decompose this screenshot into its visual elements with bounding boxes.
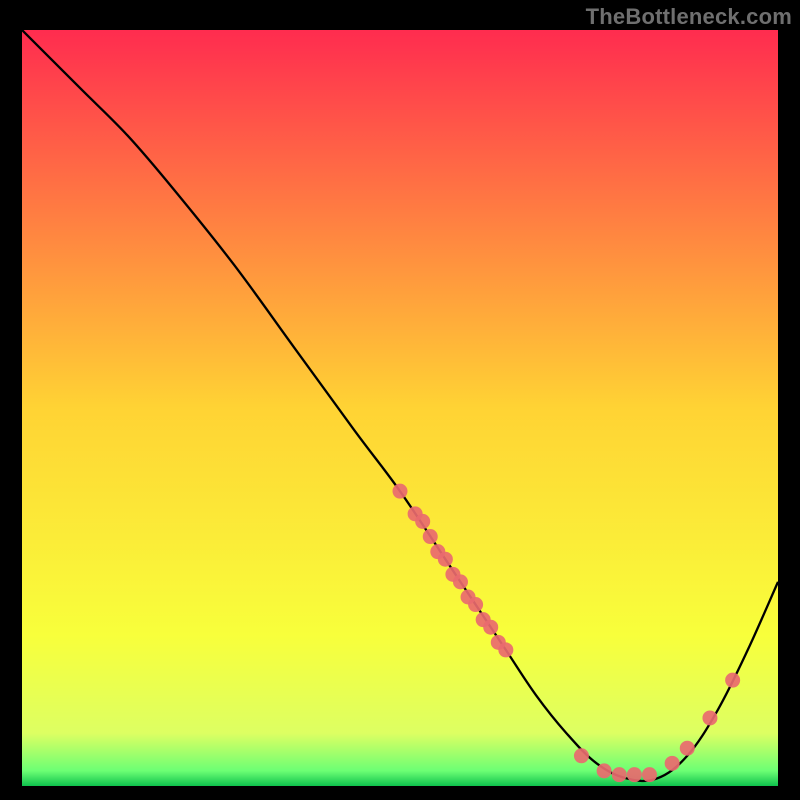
data-marker xyxy=(498,642,513,657)
chart-plot xyxy=(22,30,778,786)
data-marker xyxy=(453,574,468,589)
data-marker xyxy=(415,514,430,529)
data-marker xyxy=(680,741,695,756)
data-marker xyxy=(642,767,657,782)
watermark-text: TheBottleneck.com xyxy=(586,4,792,30)
data-marker xyxy=(574,748,589,763)
data-marker xyxy=(597,763,612,778)
data-marker xyxy=(483,620,498,635)
data-marker xyxy=(612,767,627,782)
chart-svg xyxy=(22,30,778,786)
data-marker xyxy=(468,597,483,612)
data-marker xyxy=(393,484,408,499)
chart-frame: TheBottleneck.com xyxy=(0,0,800,800)
data-marker xyxy=(725,673,740,688)
data-marker xyxy=(627,767,642,782)
data-marker xyxy=(702,710,717,725)
data-marker xyxy=(423,529,438,544)
data-marker xyxy=(438,552,453,567)
data-marker xyxy=(665,756,680,771)
